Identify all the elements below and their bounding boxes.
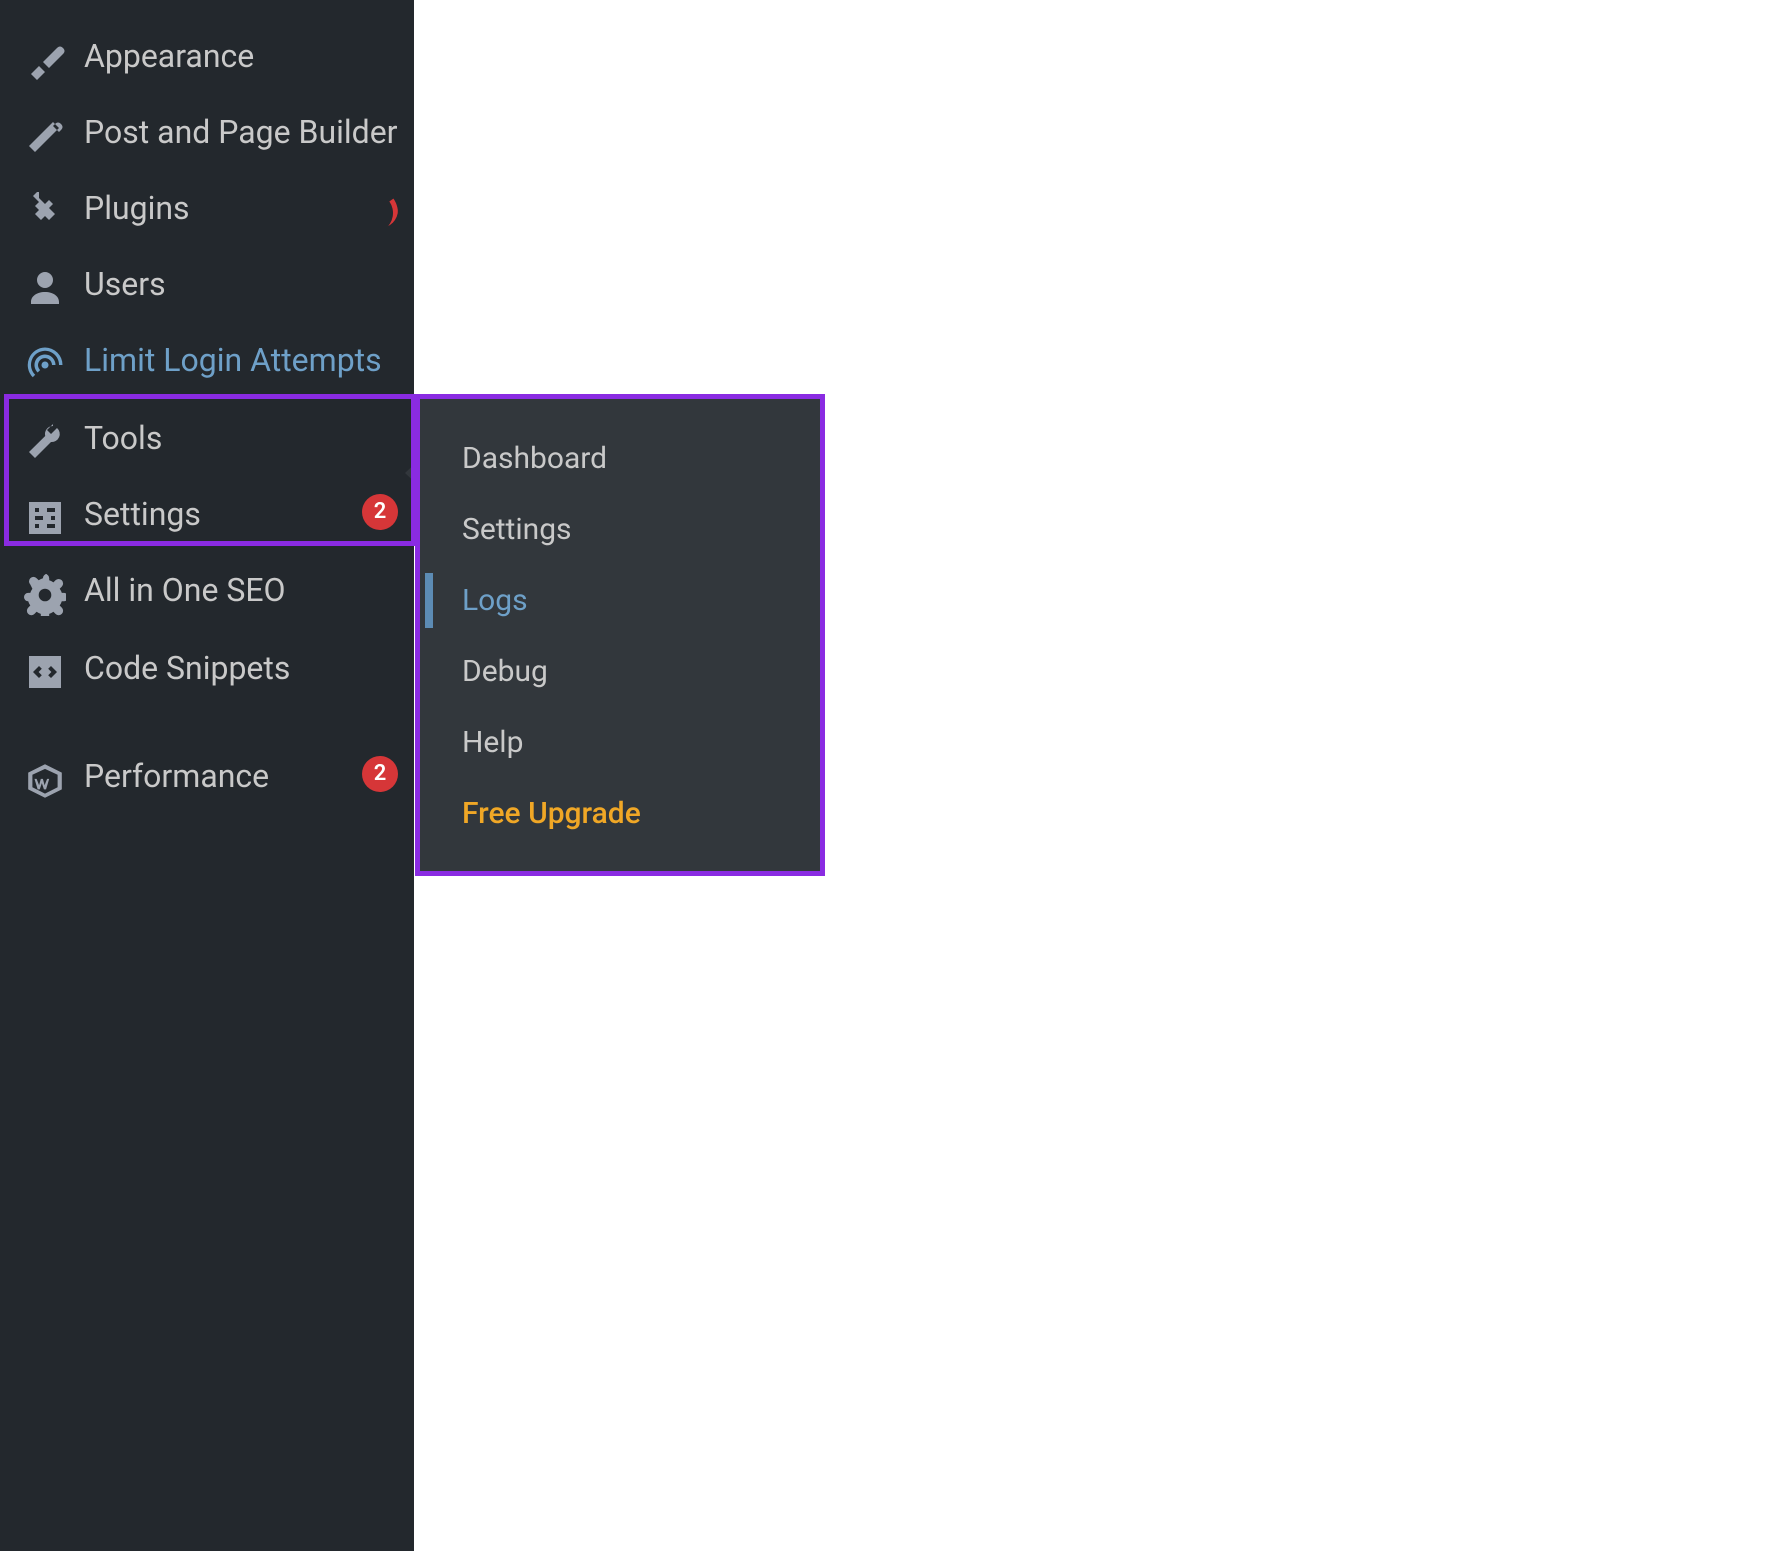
submenu-item-label: Free Upgrade (462, 796, 641, 831)
gear-icon (20, 574, 70, 616)
sidebar-item-label: Post and Page Builder (84, 112, 398, 154)
submenu-list: Dashboard Settings Logs Debug Help Free … (420, 423, 820, 849)
submenu-item-help[interactable]: Help (420, 707, 820, 778)
submenu-item-label: Logs (462, 583, 528, 618)
sidebar-item-code-snippets[interactable]: Code Snippets (0, 632, 414, 708)
update-badge: 2 (362, 756, 398, 792)
update-badge (358, 188, 398, 228)
submenu-item-settings[interactable]: Settings (420, 494, 820, 565)
menu-separator (0, 708, 414, 740)
submenu-item-label: Debug (462, 654, 548, 689)
submenu-item-label: Help (462, 725, 523, 760)
sidebar-item-appearance[interactable]: Appearance (0, 20, 414, 96)
wrench-icon (20, 422, 70, 462)
sidebar-item-users[interactable]: Users (0, 248, 414, 324)
sidebar-item-label: Limit Login Attempts (84, 340, 398, 382)
sidebar-item-label: Code Snippets (84, 648, 398, 690)
submenu-item-label: Settings (462, 512, 572, 547)
admin-sidebar: Appearance Post and Page Builder Plugins… (0, 0, 414, 1551)
user-icon (20, 268, 70, 308)
sidebar-item-label: Settings (84, 494, 348, 536)
code-icon (20, 652, 70, 692)
sidebar-item-tools[interactable]: Tools (0, 402, 414, 478)
w3-cube-icon (20, 760, 70, 802)
sidebar-item-label: Appearance (84, 36, 398, 78)
admin-menu: Appearance Post and Page Builder Plugins… (0, 0, 414, 818)
submenu-item-dashboard[interactable]: Dashboard (420, 423, 820, 494)
sidebar-item-settings[interactable]: Settings 2 (0, 478, 414, 554)
flyout-submenu: Dashboard Settings Logs Debug Help Free … (420, 399, 820, 871)
sidebar-item-label: Tools (84, 418, 398, 460)
sidebar-item-limit-login[interactable]: Limit Login Attempts (0, 324, 414, 402)
sidebar-item-label: Users (84, 264, 398, 306)
sidebar-item-label: Plugins (84, 188, 344, 230)
sliders-icon (20, 498, 70, 538)
pencil-icon (20, 116, 70, 156)
sidebar-item-performance[interactable]: Performance 2 (0, 740, 414, 818)
submenu-item-logs[interactable]: Logs (420, 565, 820, 636)
update-badge: 2 (362, 494, 398, 530)
sidebar-item-post-page-builder[interactable]: Post and Page Builder (0, 96, 414, 172)
submenu-item-free-upgrade[interactable]: Free Upgrade (420, 778, 820, 849)
submenu-item-label: Dashboard (462, 441, 607, 476)
plug-icon (20, 192, 70, 232)
brush-icon (20, 40, 70, 80)
sidebar-item-aioseo[interactable]: All in One SEO (0, 554, 414, 632)
sidebar-item-label: Performance (84, 756, 348, 798)
sidebar-item-plugins[interactable]: Plugins (0, 172, 414, 248)
fingerprint-icon (20, 344, 70, 386)
sidebar-item-label: All in One SEO (84, 570, 398, 612)
submenu-item-debug[interactable]: Debug (420, 636, 820, 707)
